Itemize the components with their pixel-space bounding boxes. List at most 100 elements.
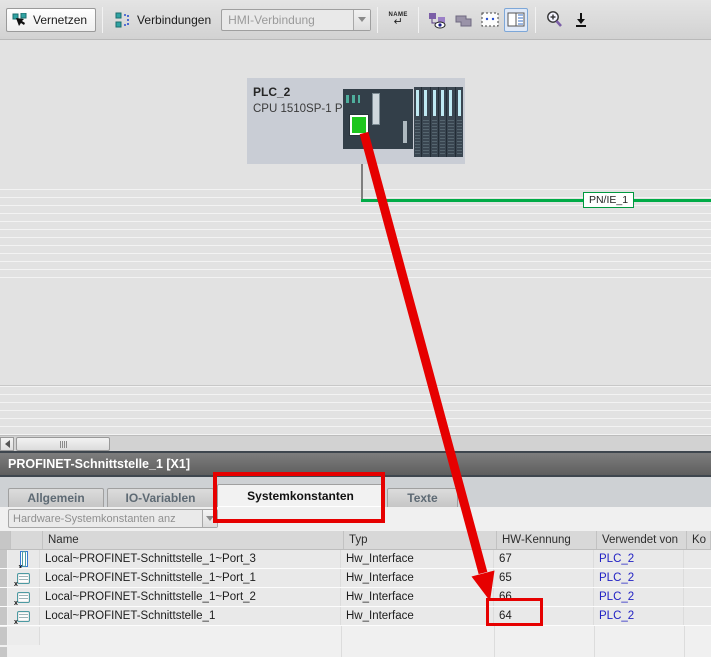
verbindungen-button[interactable]: Verbindungen [109,12,217,28]
table-row[interactable]: Local~PROFINET-Schnittstelle_1~Port_3 Hw… [0,550,711,569]
toolbar-separator [102,6,104,33]
device-subnet-connector [361,164,363,200]
vernetzen-label: Vernetzen [33,12,88,27]
column-header-typ[interactable]: Typ [344,531,497,549]
comment-cell[interactable] [684,607,711,625]
grip-icon [61,440,63,448]
constant-type[interactable]: Hw_Interface [341,550,494,568]
io-module [430,87,438,157]
split-view-icon [507,12,525,27]
objects-icon [455,15,472,26]
constant-type[interactable]: Hw_Interface [341,588,494,606]
properties-title-bar: PROFINET-Schnittstelle_1 [X1] [0,453,711,475]
chevron-down-icon [206,516,214,521]
zoom-button[interactable] [543,8,567,32]
grip-icon [63,440,65,448]
profinet-port-green[interactable] [350,115,368,135]
cpu-connector-slot [403,121,407,143]
arrow-down-to-line-icon [576,12,587,27]
row-gutter [0,607,8,625]
constant-type[interactable]: Hw_Interface [341,607,494,625]
network-editor-canvas[interactable]: PLC_2 CPU 1510SP-1 PN PN/IE_1 [0,41,711,435]
cpu-leds [346,95,360,103]
show-grid-button[interactable] [478,8,502,32]
toolbar-separator [418,6,420,33]
row-icon-cell [8,607,40,625]
cpu-module [343,89,413,149]
scrollbar-thumb[interactable] [16,437,110,451]
used-by-link[interactable]: PLC_2 [594,607,684,625]
comment-cell[interactable] [684,588,711,606]
grip-icon [59,440,61,448]
constant-name[interactable]: Local~PROFINET-Schnittstelle_1~Port_2 [40,588,341,606]
connection-type-dropdown[interactable]: HMI-Verbindung [221,8,372,31]
io-module [447,87,455,157]
grid-icon [481,12,499,26]
system-constant-icon [14,591,30,606]
column-header-hw-kennung[interactable]: HW-Kennung [497,531,597,549]
tia-portal-network-view: Vernetzen Verbindungen HMI-Verbindung NA… [0,0,711,657]
table-header: Name Typ HW-Kennung Verwendet von Ko [0,531,711,550]
hw-id[interactable]: 65 [494,569,594,587]
constants-filter-dropdown[interactable]: Hardware-Systemkonstanten anz [8,509,218,528]
column-separator [494,626,495,657]
column-separator [594,626,595,657]
subnet-line[interactable] [361,199,711,202]
scroll-left-button[interactable] [0,437,14,451]
constant-name[interactable]: Local~PROFINET-Schnittstelle_1~Port_3 [40,550,341,568]
column-header-name[interactable]: Name [43,531,344,549]
chevron-left-icon [4,440,10,448]
io-module [438,87,447,157]
constant-name[interactable]: Local~PROFINET-Schnittstelle_1 [40,607,341,625]
canvas-ruling [0,386,711,435]
show-relations-button[interactable] [426,8,450,32]
split-editor-toggle[interactable] [504,7,529,32]
comment-cell[interactable] [684,550,711,568]
device-type: CPU 1510SP-1 PN [253,103,351,115]
used-by-link[interactable]: PLC_2 [594,550,684,568]
device-name: PLC_2 [253,85,291,99]
dropdown-button[interactable] [202,510,217,527]
table-row-highlighted[interactable]: Local~PROFINET-Schnittstelle_1 Hw_Interf… [0,607,711,626]
chevron-down-icon [358,17,367,22]
verbindungen-label: Verbindungen [137,12,212,27]
vernetzen-button[interactable]: Vernetzen [6,7,97,32]
system-constant-icon [14,610,30,625]
header-gutter [0,531,11,549]
row-icon-cell [8,627,40,645]
focus-frame [19,551,28,567]
table-row[interactable]: Local~PROFINET-Schnittstelle_1~Port_2 Hw… [0,588,711,607]
row-gutter [0,627,8,645]
tab-io-variablen[interactable]: IO-Variablen [107,488,214,507]
tab-systemkonstanten[interactable]: Systemkonstanten [217,484,384,507]
hw-id-highlighted[interactable]: 64 [494,607,594,625]
table-row[interactable]: Local~PROFINET-Schnittstelle_1~Port_1 Hw… [0,569,711,588]
constant-name[interactable]: Local~PROFINET-Schnittstelle_1~Port_1 [40,569,341,587]
filter-row: Hardware-Systemkonstanten anz [0,507,711,531]
row-icon-cell [8,550,40,568]
hw-id[interactable]: 66 [494,588,594,606]
horizontal-scrollbar[interactable] [0,435,711,451]
connection-type-value: HMI-Verbindung [228,12,315,27]
hw-id[interactable]: 67 [494,550,594,568]
plc-device[interactable]: PLC_2 CPU 1510SP-1 PN [247,78,465,164]
io-module [455,87,463,157]
show-objects-button[interactable] [452,8,476,32]
empty-row [0,627,711,646]
row-icon-cell [8,588,40,606]
dropdown-button[interactable] [353,9,371,30]
tab-texte[interactable]: Texte [387,488,458,507]
used-by-link[interactable]: PLC_2 [594,569,684,587]
rename-station-button[interactable]: NAME ↵ [384,12,412,28]
save-window-settings-button[interactable] [569,8,593,32]
column-header-verwendet-von[interactable]: Verwendet von [597,531,687,549]
used-by-link[interactable]: PLC_2 [594,588,684,606]
constant-type[interactable]: Hw_Interface [341,569,494,587]
comment-cell[interactable] [684,569,711,587]
filter-value: Hardware-Systemkonstanten anz [13,512,176,525]
io-module [414,87,422,157]
cpu-display-slot [372,93,380,125]
tab-allgemein[interactable]: Allgemein [8,488,104,507]
column-header-kommentar[interactable]: Ko [687,531,711,549]
subnet-label[interactable]: PN/IE_1 [583,192,634,208]
